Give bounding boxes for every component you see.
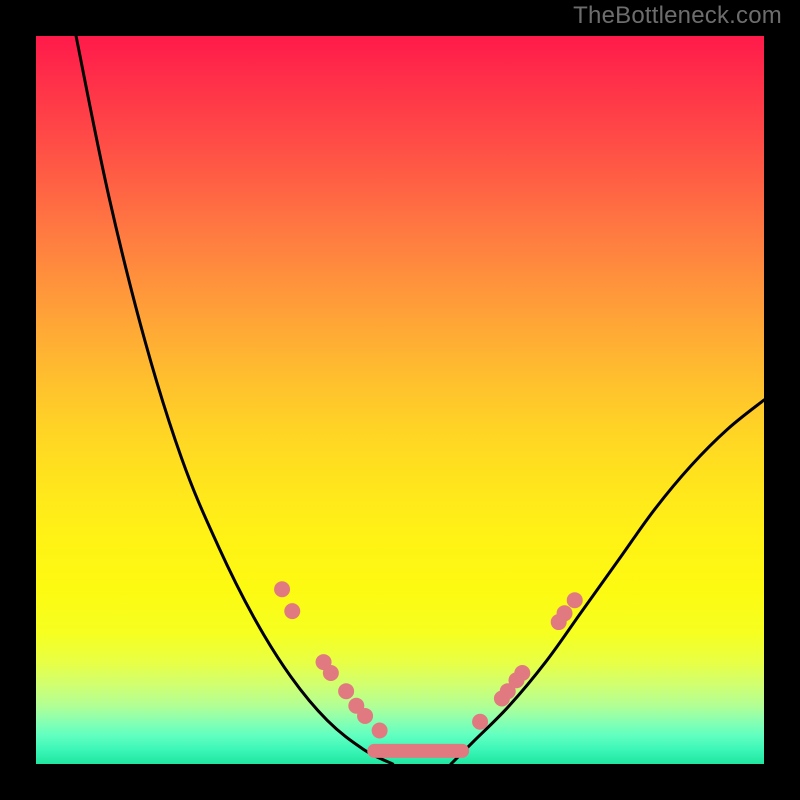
data-marker: [567, 592, 583, 608]
left-curve: [76, 36, 393, 764]
data-marker: [557, 605, 573, 621]
curve-layer: [36, 36, 764, 764]
watermark-text: TheBottleneck.com: [573, 2, 782, 30]
data-marker: [472, 714, 488, 730]
data-marker: [323, 665, 339, 681]
data-marker: [357, 708, 373, 724]
data-marker: [274, 581, 290, 597]
data-marker: [284, 603, 300, 619]
data-marker: [338, 683, 354, 699]
data-marker: [372, 723, 388, 739]
right-curve: [451, 400, 764, 764]
left-curve-markers: [274, 581, 388, 738]
right-curve-markers: [472, 592, 583, 730]
plot-area: [36, 36, 764, 764]
chart-frame: TheBottleneck.com: [0, 0, 800, 800]
data-marker: [514, 665, 530, 681]
bottom-bar: [367, 744, 469, 758]
